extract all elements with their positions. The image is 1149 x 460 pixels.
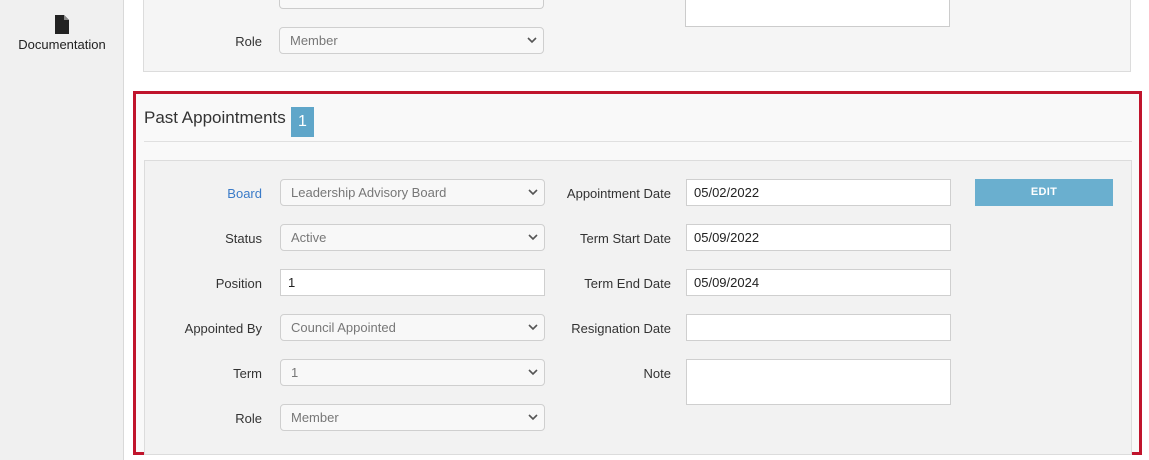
section-title: Past Appointments [144, 108, 286, 127]
document-icon [55, 15, 69, 34]
appointment-card: Board Leadership Advisory Board Status A… [144, 160, 1132, 455]
board-link[interactable]: Board [145, 186, 262, 201]
role-label: Role [235, 34, 262, 49]
chevron-down-icon [528, 369, 538, 376]
term-end-date-input[interactable]: 05/09/2024 [686, 269, 951, 296]
term-select[interactable]: 1 [280, 359, 545, 386]
sidebar: Documentation [0, 0, 124, 460]
chevron-down-icon [528, 324, 538, 331]
appointed-by-label: Appointed By [184, 321, 262, 336]
term-start-date-input[interactable]: 05/09/2022 [686, 224, 951, 251]
appointment-date-label: Appointment Date [566, 186, 671, 201]
term-select-value: 1 [291, 365, 299, 380]
term-label: Term [233, 366, 262, 381]
sidebar-item-documentation[interactable]: Documentation [0, 0, 124, 60]
chevron-down-icon [528, 189, 538, 196]
current-appointment-card: Role Member [143, 0, 1131, 72]
appointed-by-select-value: Council Appointed [291, 320, 396, 335]
role-select-value: Member [290, 33, 338, 48]
role-select-value: Member [291, 410, 339, 425]
appointment-date-input[interactable]: 05/02/2022 [686, 179, 951, 206]
position-input[interactable]: 1 [280, 269, 545, 296]
chevron-down-icon [528, 234, 538, 241]
term-end-date-label: Term End Date [584, 276, 671, 291]
position-label: Position [215, 276, 262, 291]
partial-select[interactable] [279, 0, 544, 9]
role-select[interactable]: Member [280, 404, 545, 431]
status-select[interactable]: Active [280, 224, 545, 251]
note-label: Note [643, 366, 671, 381]
status-select-value: Active [291, 230, 327, 245]
partial-note-textarea[interactable] [685, 0, 950, 27]
role-label: Role [235, 411, 262, 426]
edit-button[interactable]: EDIT [975, 179, 1113, 206]
sidebar-item-label: Documentation [18, 37, 106, 52]
appointed-by-select[interactable]: Council Appointed [280, 314, 545, 341]
status-label: Status [225, 231, 262, 246]
count-badge: 1 [291, 107, 314, 137]
past-appointments-section: Past Appointments 1 Board Leadership Adv… [133, 91, 1142, 455]
board-select[interactable]: Leadership Advisory Board [280, 179, 545, 206]
chevron-down-icon [527, 37, 537, 44]
role-select[interactable]: Member [279, 27, 544, 54]
resignation-date-input[interactable] [686, 314, 951, 341]
board-select-value: Leadership Advisory Board [291, 185, 447, 200]
term-start-date-label: Term Start Date [579, 231, 671, 246]
main-content: Role Member Past Appointments 1 Board Le… [125, 0, 1149, 460]
divider [144, 141, 1132, 142]
chevron-down-icon [528, 414, 538, 421]
resignation-date-label: Resignation Date [571, 321, 671, 336]
note-textarea[interactable] [686, 359, 951, 405]
